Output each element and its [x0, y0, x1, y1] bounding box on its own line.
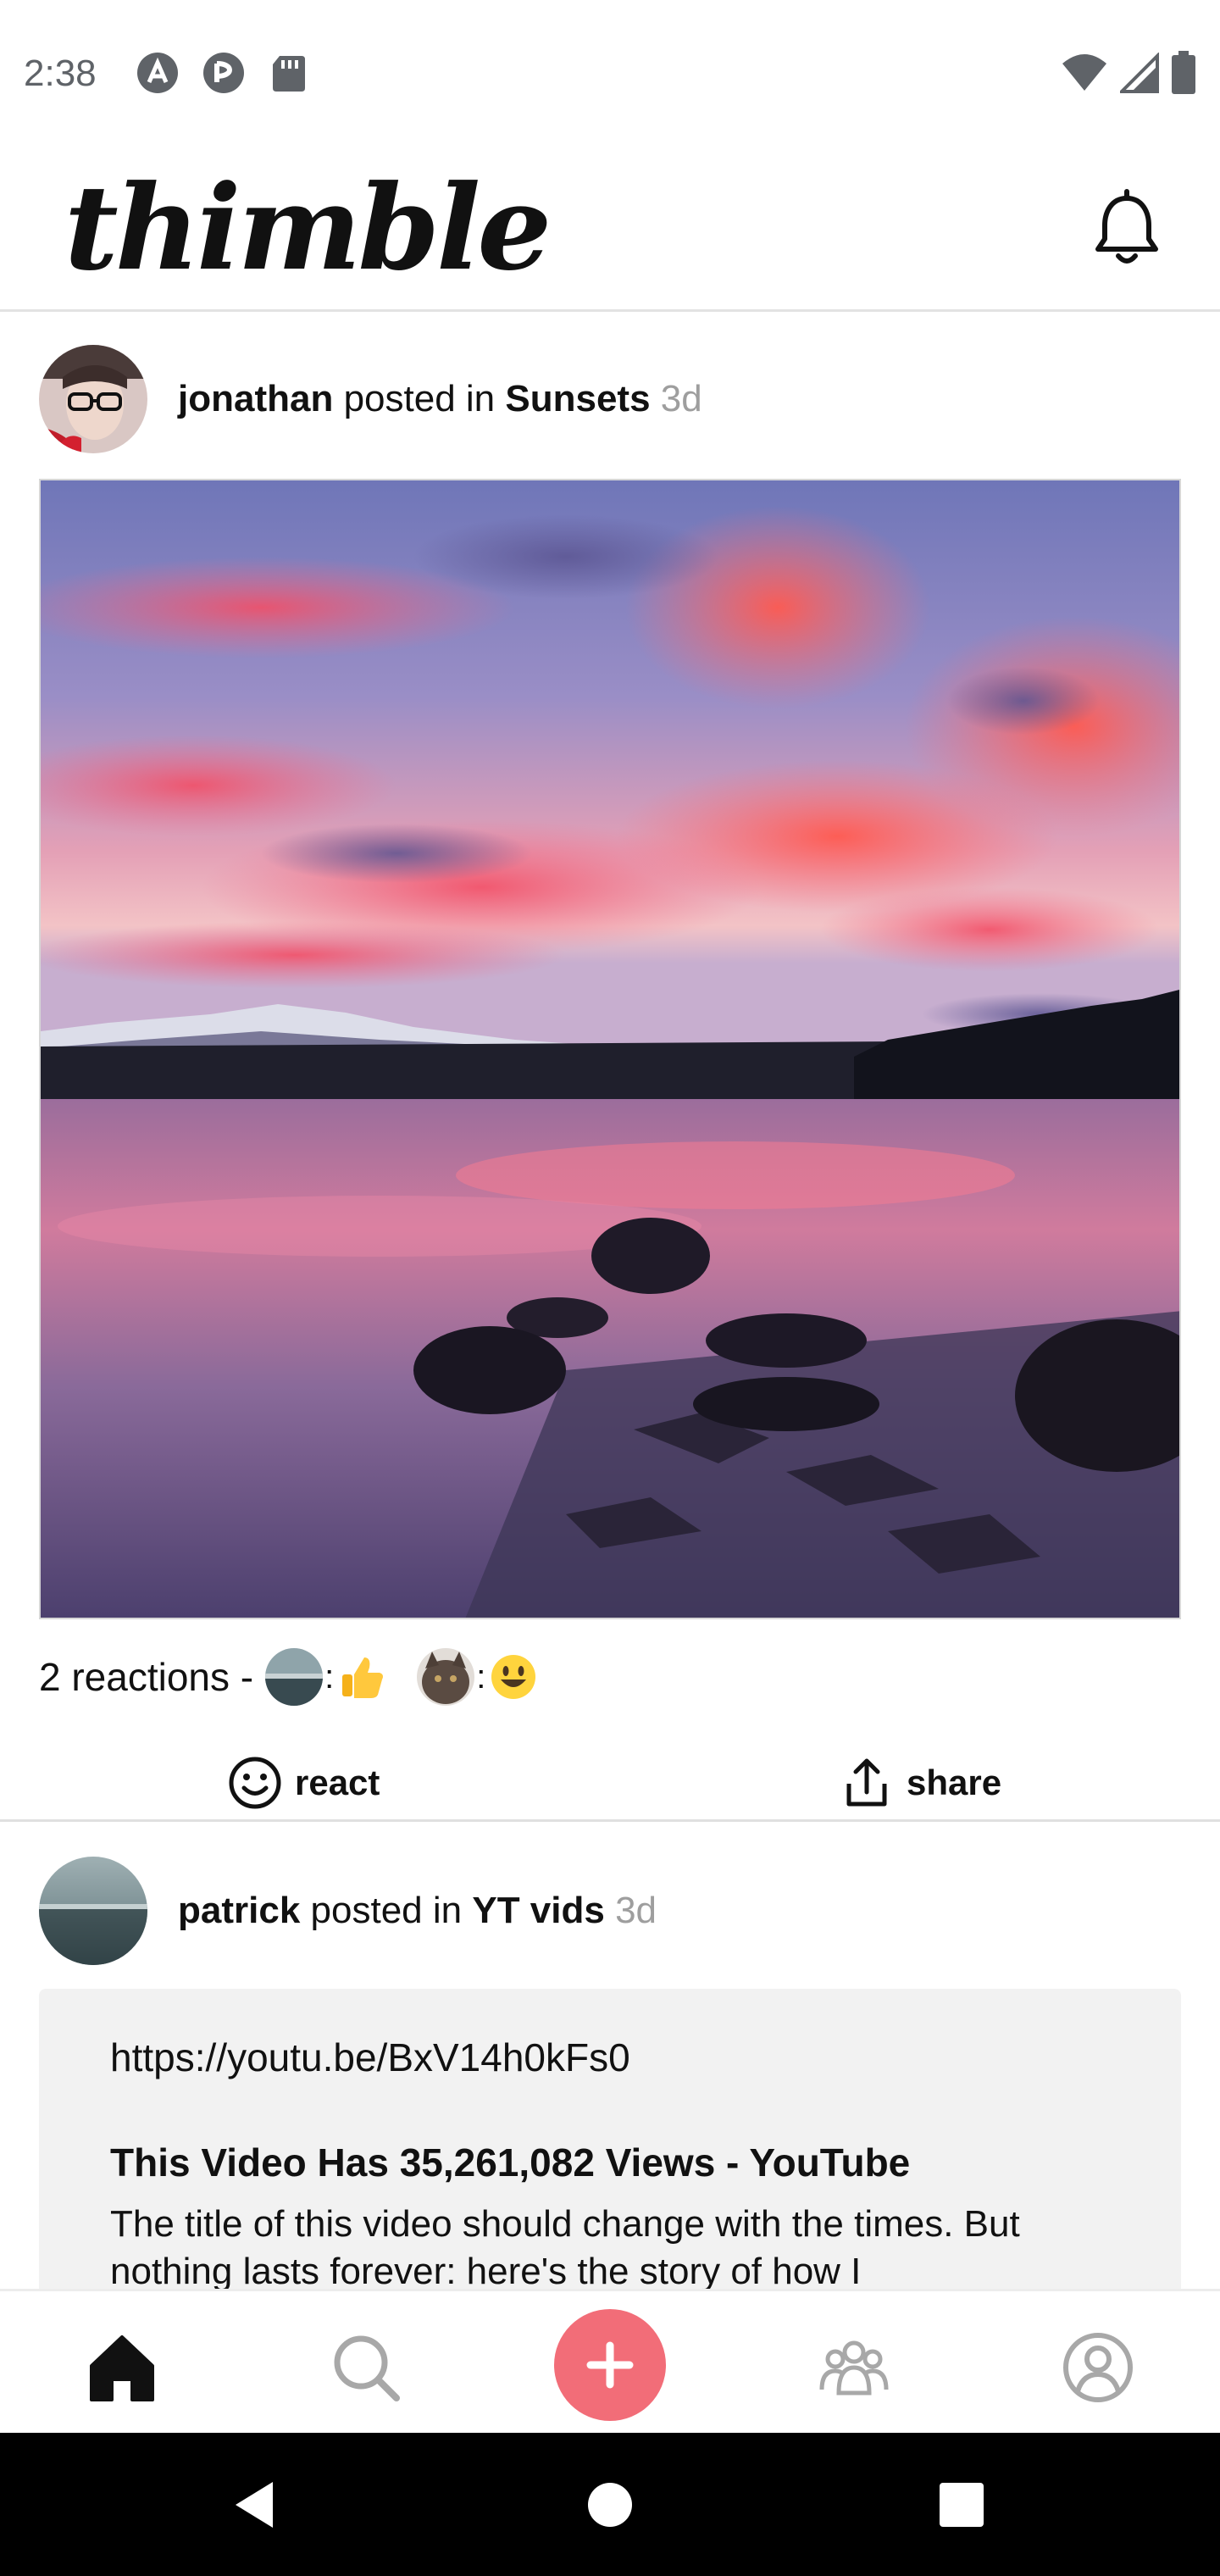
share-label: share [907, 1763, 1002, 1802]
app-notification-icon [203, 53, 244, 93]
react-smile-icon [229, 1757, 281, 1809]
share-icon [846, 1758, 887, 1807]
avatar[interactable] [39, 345, 147, 453]
status-bar: 2:38 [0, 0, 1220, 144]
post-posted-in: posted in [310, 1890, 463, 1931]
bottom-nav [0, 2289, 1220, 2433]
search-icon [334, 2335, 400, 2401]
cell-signal-icon [1120, 53, 1159, 93]
home-icon [90, 2335, 154, 2401]
feed[interactable]: jonathan posted in Sunsets 3d 2 reaction… [0, 314, 1220, 2289]
status-time: 2:38 [24, 53, 97, 94]
reactions-summary[interactable]: 2 reactions - : : [39, 1643, 538, 1711]
system-nav-bar [0, 2433, 1220, 2576]
link-description: The title of this video should change wi… [110, 2203, 1020, 2289]
nav-search[interactable] [324, 2325, 408, 2410]
nav-groups[interactable] [812, 2325, 896, 2410]
reactions-count: 2 reactions - [39, 1655, 254, 1699]
nav-home[interactable] [80, 2325, 164, 2410]
post-header: patrick posted in YT vids 3d [39, 1857, 657, 1965]
react-button[interactable]: react [227, 1755, 380, 1811]
plus-icon [586, 2341, 634, 2389]
sd-card-icon [273, 56, 305, 92]
app-notification-icon [137, 53, 178, 93]
post-author[interactable]: patrick [178, 1890, 300, 1931]
post-group[interactable]: Sunsets [505, 378, 650, 419]
post-actions: react share [0, 1738, 1220, 1831]
link-preview-card[interactable]: https://youtu.be/BxV14h0kFs0 This Video … [39, 1989, 1181, 2289]
app-logo: thimble [64, 158, 552, 297]
app-header: thimble [0, 144, 1220, 312]
recents-icon [940, 2483, 984, 2527]
back-button[interactable] [215, 2467, 291, 2543]
link-title: This Video Has 35,261,082 Views - YouTub… [110, 2140, 911, 2185]
post-age: 3d [660, 378, 702, 419]
post-header: jonathan posted in Sunsets 3d [39, 345, 702, 453]
home-system-button[interactable] [572, 2467, 648, 2543]
link-url[interactable]: https://youtu.be/BxV14h0kFs0 [110, 2035, 1110, 2080]
post-author[interactable]: jonathan [178, 378, 333, 419]
post-posted-in: posted in [343, 378, 496, 419]
home-circle-icon [588, 2483, 632, 2527]
profile-icon [1063, 2333, 1133, 2402]
post-meta: jonathan posted in Sunsets 3d [178, 378, 702, 420]
post-group[interactable]: YT vids [472, 1890, 605, 1931]
post-age: 3d [615, 1890, 657, 1931]
reactor-avatar [265, 1648, 324, 1706]
share-button[interactable]: share [839, 1755, 1001, 1811]
bell-icon[interactable] [1084, 186, 1169, 271]
post-image-sunset[interactable] [39, 479, 1181, 1619]
recents-button[interactable] [923, 2467, 1000, 2543]
post-divider [0, 1819, 1220, 1822]
smiley-icon [489, 1652, 538, 1702]
avatar[interactable] [39, 1857, 147, 1965]
thumbs-up-icon [337, 1652, 386, 1702]
post-meta: patrick posted in YT vids 3d [178, 1890, 657, 1932]
reactor-avatar [417, 1648, 475, 1706]
status-indicators [1061, 51, 1196, 95]
groups-icon [819, 2340, 889, 2396]
battery-icon [1172, 51, 1195, 94]
nav-profile[interactable] [1056, 2325, 1140, 2410]
wifi-icon [1062, 54, 1106, 91]
back-icon [236, 2482, 273, 2528]
react-label: react [295, 1763, 380, 1802]
create-post-button[interactable] [554, 2309, 666, 2421]
